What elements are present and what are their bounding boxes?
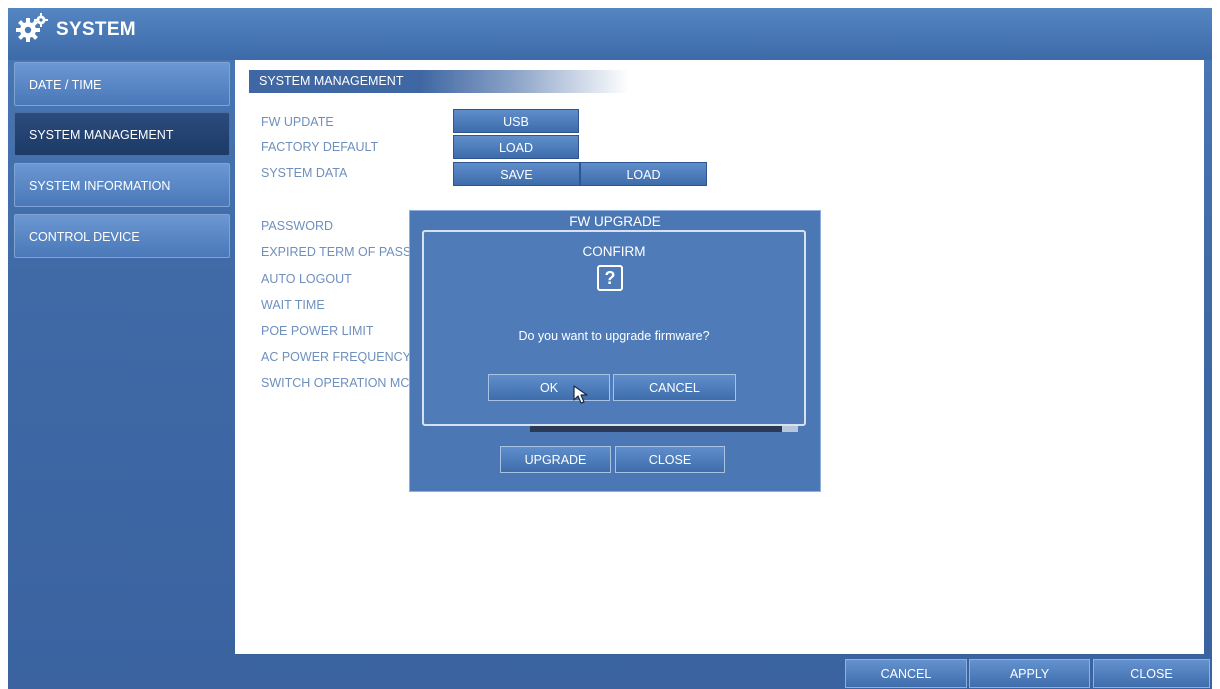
section-title: SYSTEM MANAGEMENT [249, 70, 629, 93]
footer-cancel-button[interactable]: CANCEL [845, 659, 967, 688]
fw-update-label: FW UPDATE [261, 115, 334, 129]
fw-upgrade-title: FW UPGRADE [569, 214, 661, 229]
factory-load-button[interactable]: LOAD [453, 135, 579, 159]
poe-power-limit-label: POE POWER LIMIT [261, 324, 374, 338]
system-data-save-button[interactable]: SAVE [453, 162, 580, 186]
confirm-title: CONFIRM [582, 244, 646, 259]
usb-button[interactable]: USB [453, 109, 579, 133]
question-icon: ? [597, 265, 623, 291]
page-title: SYSTEM [56, 19, 136, 40]
mouse-cursor-icon [573, 385, 588, 404]
expired-term-label: EXPIRED TERM OF PASS [261, 245, 412, 259]
gears-icon [16, 13, 48, 42]
confirm-cancel-button[interactable]: CANCEL [613, 374, 736, 401]
upgrade-progress-end [782, 426, 798, 432]
system-data-label: SYSTEM DATA [261, 166, 348, 180]
ac-power-frequency-label: AC POWER FREQUENCY [261, 350, 412, 364]
sidebar-item-system-management[interactable]: SYSTEM MANAGEMENT [14, 112, 230, 156]
factory-default-label: FACTORY DEFAULT [261, 140, 379, 154]
sidebar-item-control-device[interactable]: CONTROL DEVICE [14, 214, 230, 258]
upgrade-progress-bar [530, 426, 798, 432]
upgrade-button[interactable]: UPGRADE [500, 446, 611, 473]
auto-logout-label: AUTO LOGOUT [261, 272, 352, 286]
footer-apply-button[interactable]: APPLY [969, 659, 1090, 688]
title-bar [8, 8, 1212, 60]
sidebar-item-system-information[interactable]: SYSTEM INFORMATION [14, 163, 230, 207]
wait-time-label: WAIT TIME [261, 298, 325, 312]
password-label: PASSWORD [261, 219, 333, 233]
fw-close-button[interactable]: CLOSE [615, 446, 725, 473]
sidebar-item-date-time[interactable]: DATE / TIME [14, 62, 230, 106]
switch-operation-label: SWITCH OPERATION MC [261, 376, 410, 390]
confirm-message: Do you want to upgrade firmware? [518, 329, 710, 343]
system-data-load-button[interactable]: LOAD [580, 162, 707, 186]
footer-close-button[interactable]: CLOSE [1093, 659, 1210, 688]
